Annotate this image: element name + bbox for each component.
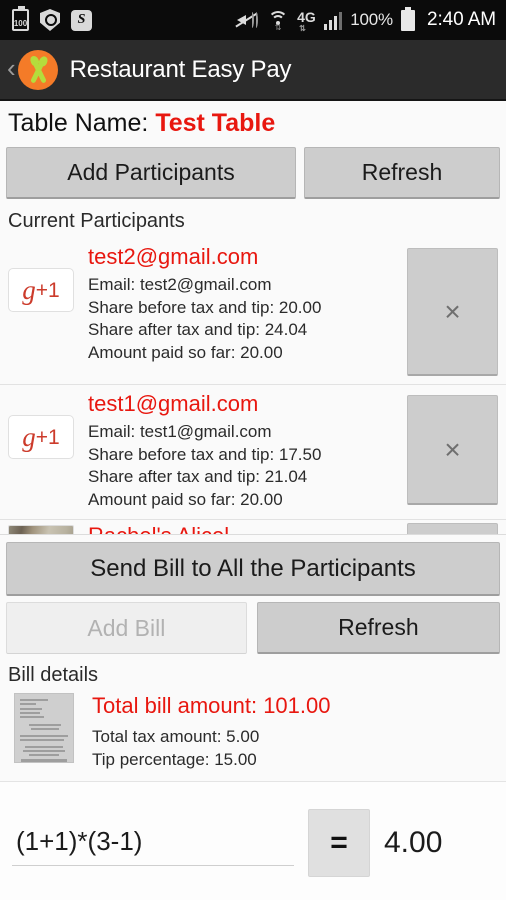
bill-details-section: Bill details Total bill amount: 101.00 T… xyxy=(0,656,506,782)
participant-info: test1@gmail.com Email: test1@gmail.com S… xyxy=(74,391,401,511)
participant-row[interactable]: g +1 test2@gmail.com Email: test2@gmail.c… xyxy=(0,238,506,385)
participant-share-before-line: Share before tax and tip: 20.00 xyxy=(88,297,322,317)
gplus-g-glyph: g xyxy=(22,421,36,452)
refresh-participants-button[interactable]: Refresh xyxy=(304,147,500,199)
participant-row[interactable]: Rachel's Alicel × xyxy=(0,520,506,535)
gplus-avatar-icon: g +1 xyxy=(8,268,74,312)
participant-photo-avatar xyxy=(8,525,74,535)
battery-100-badge-icon: 100 xyxy=(12,6,29,31)
remove-participant-button[interactable]: × xyxy=(407,395,498,505)
participant-email-line: Email: test2@gmail.com xyxy=(88,274,272,294)
battery-percent-label: 100% xyxy=(350,10,393,29)
table-action-buttons: Add Participants Refresh xyxy=(0,142,506,203)
current-participants-label: Current Participants xyxy=(8,210,185,232)
remove-participant-button[interactable]: × xyxy=(407,523,498,535)
app-action-bar: ‹ Restaurant Easy Pay xyxy=(0,40,506,101)
participant-share-after-line: Share after tax and tip: 21.04 xyxy=(88,467,308,487)
calculator-equals-button[interactable]: = xyxy=(308,809,370,877)
battery-icon xyxy=(400,6,415,31)
network-4g-lte-icon: 4G ⇅ xyxy=(297,8,316,33)
participant-share-before-line: Share before tax and tip: 17.50 xyxy=(88,444,322,464)
signal-bars-icon xyxy=(323,10,343,30)
participants-list[interactable]: g +1 test2@gmail.com Email: test2@gmail.c… xyxy=(0,238,506,535)
gplus-g-glyph: g xyxy=(22,274,36,305)
s-app-icon: S xyxy=(71,9,92,31)
app-screen: 100 S ⇅ 4G ⇅ 100% 2:40 AM ‹ Restaurant E… xyxy=(0,0,506,900)
calculator-expression-input[interactable] xyxy=(12,820,294,866)
shield-scan-icon xyxy=(40,9,60,31)
status-bar-left-icons: 100 S xyxy=(12,6,92,31)
gplus-plus-one-glyph: +1 xyxy=(35,278,60,302)
bill-details-row[interactable]: Total bill amount: 101.00 Total tax amou… xyxy=(0,693,506,782)
status-bar-right-icons: ⇅ 4G ⇅ 100% 2:40 AM xyxy=(233,6,496,33)
send-bill-to-all-button[interactable]: Send Bill to All the Participants xyxy=(6,542,500,597)
participant-title: Rachel's Alicel xyxy=(88,523,401,534)
app-logo-icon[interactable] xyxy=(17,49,58,90)
bill-details-label: Bill details xyxy=(8,664,99,687)
tip-percentage: Tip percentage: 15.00 xyxy=(92,749,257,769)
back-chevron-icon[interactable]: ‹ xyxy=(4,55,18,84)
main-content: Table Name: Test Table Add Participants … xyxy=(0,101,506,900)
app-title: Restaurant Easy Pay xyxy=(69,55,292,83)
participant-title: test1@gmail.com xyxy=(88,391,259,416)
total-tax-amount: Total tax amount: 5.00 xyxy=(92,726,260,746)
bill-buttons-row: Add Bill Refresh xyxy=(0,598,506,656)
bill-action-area: Send Bill to All the Participants Add Bi… xyxy=(0,534,506,782)
remove-participant-button[interactable]: × xyxy=(407,248,498,376)
gplus-avatar-icon: g +1 xyxy=(8,415,74,459)
gplus-plus-one-glyph: +1 xyxy=(35,425,60,449)
calculator-bar: = 4.00 xyxy=(0,782,506,900)
participant-info: Rachel's Alicel xyxy=(74,523,401,534)
participant-share-after-line: Share after tax and tip: 24.04 xyxy=(88,320,308,340)
participant-info: test2@gmail.com Email: test2@gmail.com S… xyxy=(74,244,401,364)
add-bill-button[interactable]: Add Bill xyxy=(6,602,247,655)
system-status-bar: 100 S ⇅ 4G ⇅ 100% 2:40 AM xyxy=(0,0,506,40)
participant-paid-line: Amount paid so far: 20.00 xyxy=(88,489,283,509)
bill-info: Total bill amount: 101.00 Total tax amou… xyxy=(74,693,498,771)
total-bill-amount: Total bill amount: 101.00 xyxy=(92,693,331,719)
receipt-photo-thumbnail[interactable] xyxy=(14,693,74,764)
status-bar-clock: 2:40 AM xyxy=(426,9,496,30)
table-name-value: Test Table xyxy=(155,109,276,137)
add-participants-button[interactable]: Add Participants xyxy=(6,147,296,199)
table-name-row: Table Name: Test Table xyxy=(0,101,506,142)
participant-row[interactable]: g +1 test1@gmail.com Email: test1@gmail.c… xyxy=(0,385,506,521)
table-name-label: Table Name: xyxy=(8,109,149,137)
wifi-icon: ⇅ xyxy=(267,9,289,32)
participant-paid-line: Amount paid so far: 20.00 xyxy=(88,342,283,362)
calculator-result: 4.00 xyxy=(384,826,443,859)
participant-title: test2@gmail.com xyxy=(88,244,259,269)
refresh-bill-button[interactable]: Refresh xyxy=(256,602,500,655)
participant-email-line: Email: test1@gmail.com xyxy=(88,421,272,441)
mute-vibrate-icon xyxy=(233,9,259,31)
